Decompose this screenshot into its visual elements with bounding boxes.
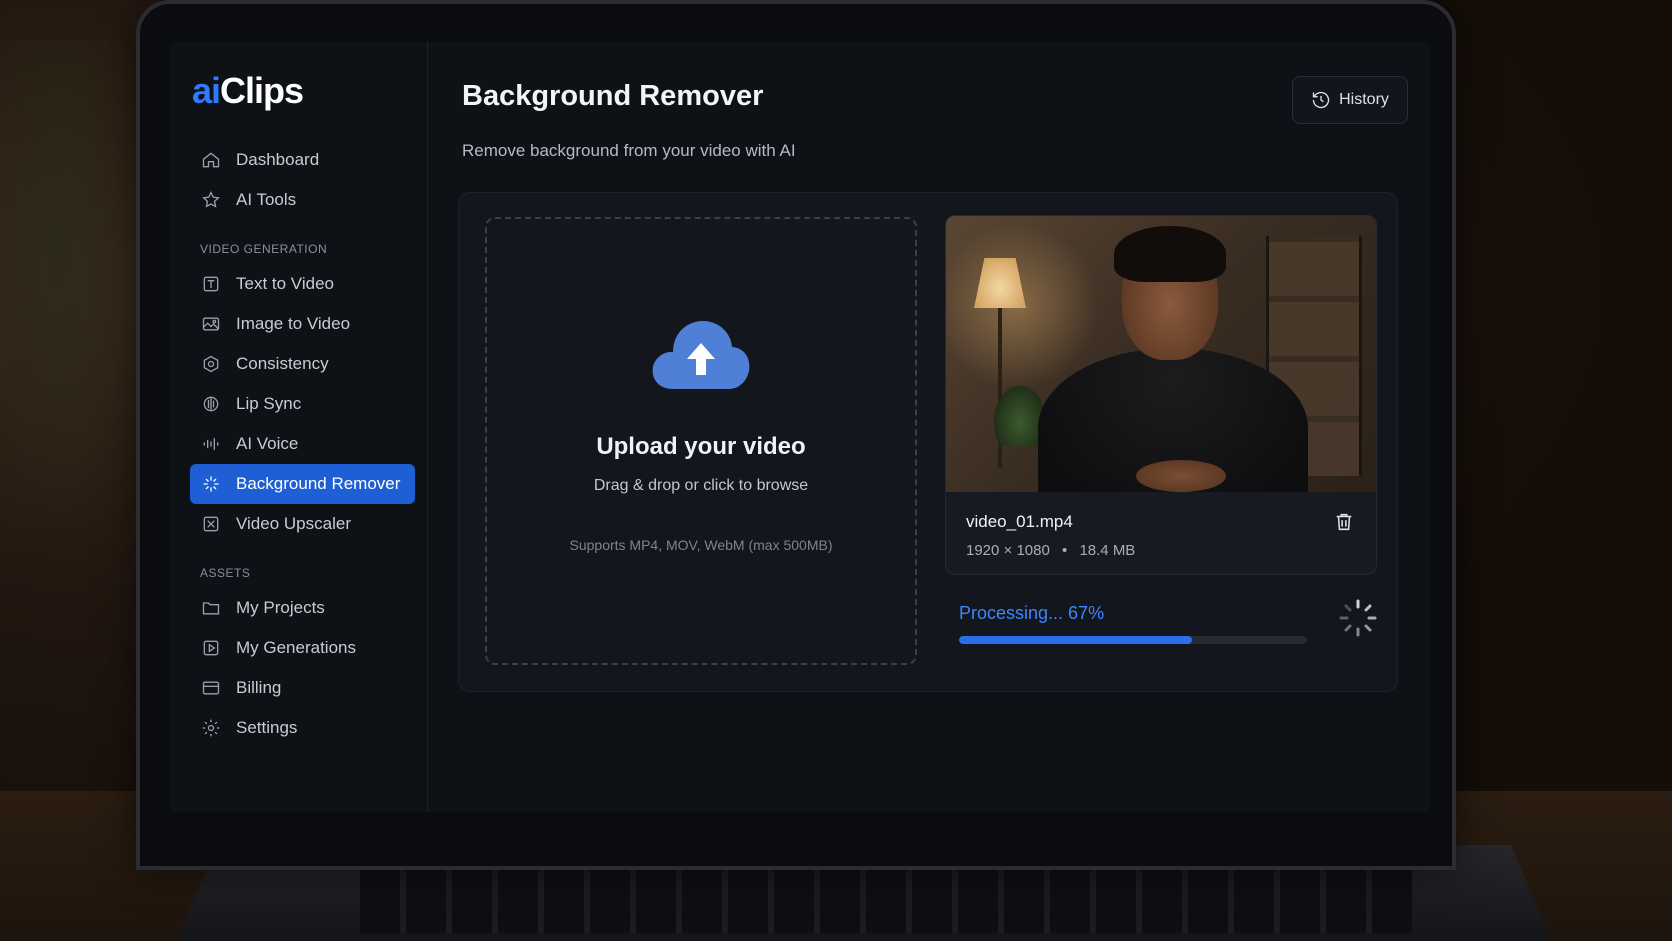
history-button[interactable]: History: [1292, 76, 1408, 124]
home-icon: [200, 149, 222, 171]
sidebar-item-label: Lip Sync: [236, 394, 302, 413]
progress-bar: [959, 636, 1307, 644]
sidebar-item-text-to-video[interactable]: Text to Video: [190, 264, 415, 304]
sidebar-item-label: Billing: [236, 678, 282, 697]
progress-label: Processing... 67%: [959, 603, 1105, 623]
main-content: Background Remover Remove background fro…: [428, 42, 1430, 812]
sidebar-item-label: Background Remover: [236, 474, 401, 493]
sidebar-item-consistency[interactable]: Consistency: [190, 344, 415, 384]
sidebar-item-billing[interactable]: Billing: [190, 668, 415, 708]
app-logo[interactable]: aiClips: [190, 70, 427, 112]
folder-icon: [200, 597, 222, 619]
history-button-label: History: [1339, 91, 1389, 108]
sidebar-item-label: Text to Video: [236, 274, 334, 293]
text-box-icon: [200, 273, 222, 295]
trash-icon: [1336, 513, 1352, 531]
video-preview-card: video_01.mp4 1920 × 1080 • 18.4 MB: [945, 215, 1377, 575]
image-icon: [200, 313, 222, 335]
thumbnail-person-hands: [1136, 460, 1226, 492]
video-thumbnail[interactable]: [946, 216, 1376, 492]
sidebar-item-label: My Projects: [236, 598, 325, 617]
lip-sync-icon: [200, 393, 222, 415]
page-title: Background Remover: [462, 80, 764, 112]
hexagon-icon: [200, 353, 222, 375]
sidebar-item-label: My Generations: [236, 638, 356, 657]
history-icon: [1312, 91, 1330, 109]
upload-hint: Drag & drop or click to browse: [593, 477, 809, 494]
sidebar-item-my-generations[interactable]: My Generations: [190, 628, 415, 668]
logo-prefix: ai: [192, 70, 221, 111]
voice-icon: [200, 433, 222, 455]
sidebar-item-label: Consistency: [236, 354, 329, 373]
upscale-icon: [200, 513, 222, 535]
sidebar-item-label: AI Voice: [236, 434, 299, 453]
workspace-panel: Upload your video Drag & drop or click t…: [458, 192, 1398, 692]
sidebar-item-label: Video Upscaler: [236, 514, 351, 533]
file-info: video_01.mp4 1920 × 1080 • 18.4 MB: [966, 512, 1135, 559]
thumbnail-person-hair: [1114, 226, 1226, 282]
upload-cloud-icon: [652, 321, 750, 389]
upload-title: Upload your video: [596, 433, 806, 460]
sidebar-item-label: Image to Video: [236, 314, 351, 333]
sidebar: aiClips Dashboard AI Tools VIDEO GENERAT…: [170, 42, 428, 812]
sidebar-item-label: Dashboard: [236, 150, 320, 169]
app-window: aiClips Dashboard AI Tools VIDEO GENERAT…: [170, 42, 1430, 812]
gear-icon: [200, 717, 222, 739]
page-subtitle: Remove background from your video with A…: [462, 141, 796, 160]
file-resolution: 1920 × 1080: [966, 542, 1050, 559]
sidebar-item-lip-sync[interactable]: Lip Sync: [190, 384, 415, 424]
file-meta: 1920 × 1080 • 18.4 MB: [966, 542, 1135, 559]
sidebar-item-background-remover[interactable]: Background Remover: [190, 464, 415, 504]
sidebar-item-label: AI Tools: [236, 190, 297, 209]
laptop-keys: [360, 859, 1412, 933]
file-name: video_01.mp4: [966, 512, 1073, 531]
progress-bar-fill: [959, 636, 1193, 644]
sidebar-item-ai-tools[interactable]: AI Tools: [190, 180, 415, 220]
upload-supported-formats: Supports MP4, MOV, WebM (max 500MB): [569, 537, 833, 553]
star-icon: [200, 189, 222, 211]
upload-dropzone[interactable]: Upload your video Drag & drop or click t…: [485, 217, 917, 665]
card-icon: [200, 677, 222, 699]
file-meta-separator: •: [1062, 542, 1068, 559]
play-square-icon: [200, 637, 222, 659]
logo-suffix: Clips: [220, 70, 304, 111]
sidebar-item-ai-voice[interactable]: AI Voice: [190, 424, 415, 464]
sidebar-item-my-projects[interactable]: My Projects: [190, 588, 415, 628]
delete-file-button[interactable]: [1330, 508, 1358, 536]
processing-status: Processing... 67%: [959, 599, 1379, 644]
sparkle-icon: [200, 473, 222, 495]
sidebar-item-settings[interactable]: Settings: [190, 708, 415, 748]
sidebar-item-video-upscaler[interactable]: Video Upscaler: [190, 504, 415, 544]
sidebar-item-label: Settings: [236, 718, 298, 737]
sidebar-item-image-to-video[interactable]: Image to Video: [190, 304, 415, 344]
file-size: 18.4 MB: [1079, 542, 1136, 559]
loading-spinner-icon: [1337, 597, 1379, 639]
section-label-video-generation: VIDEO GENERATION: [200, 242, 328, 256]
section-label-assets: ASSETS: [200, 566, 251, 580]
sidebar-item-dashboard[interactable]: Dashboard: [190, 140, 415, 180]
